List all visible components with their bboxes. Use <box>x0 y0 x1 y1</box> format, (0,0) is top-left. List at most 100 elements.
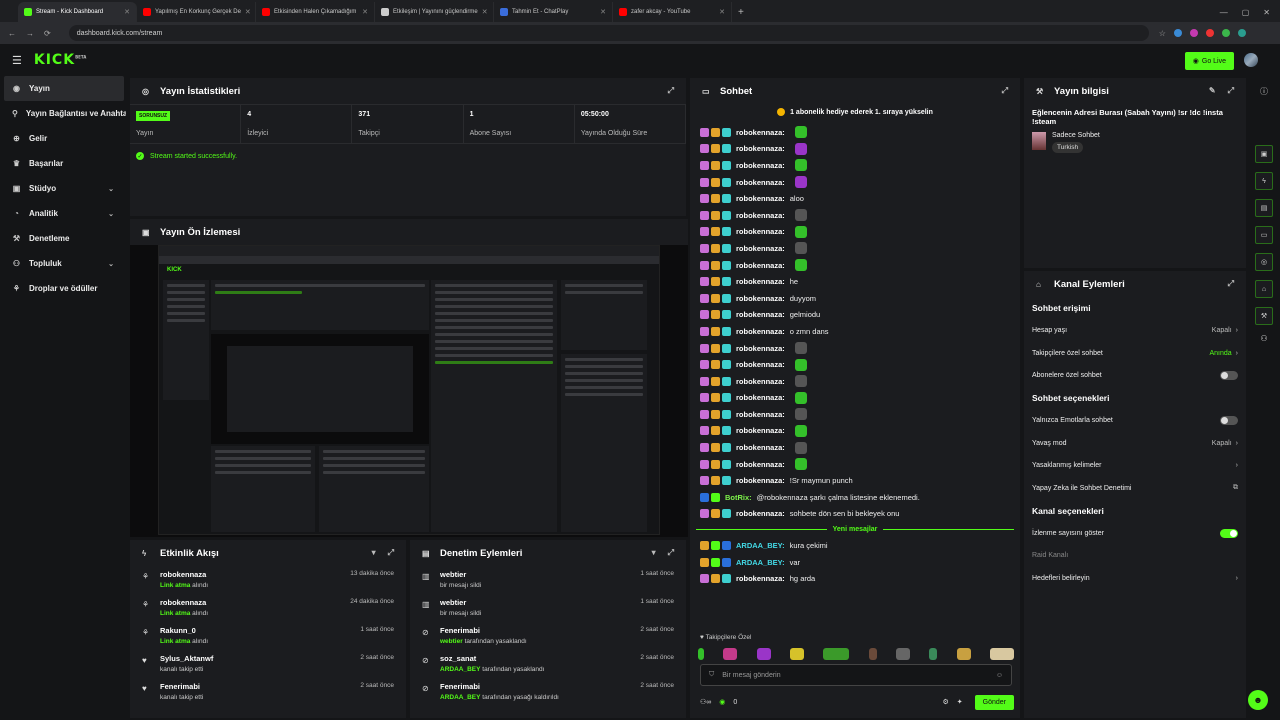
chat-username[interactable]: robokennaza: <box>736 128 785 137</box>
close-icon[interactable]: ✕ <box>124 8 130 16</box>
filter-icon[interactable]: ▾ <box>372 548 376 558</box>
chat-username[interactable]: robokennaza: <box>736 360 785 369</box>
maximize-icon[interactable]: ▢ <box>1242 8 1250 17</box>
emote[interactable] <box>698 648 704 660</box>
sidebar-item[interactable]: ◔ Analitik ⌄ <box>0 201 126 226</box>
help-chat-button[interactable]: ☻ <box>1248 690 1268 710</box>
emote-only-toggle[interactable] <box>1220 415 1238 425</box>
chat-username[interactable]: ARDAA_BEY: <box>736 558 785 567</box>
menu-icon[interactable]: ☰ <box>12 54 22 67</box>
goals-row[interactable]: Hedefleri belirleyin › <box>1024 567 1246 590</box>
users-icon[interactable]: ⚇∞ <box>700 698 711 706</box>
chat-username[interactable]: robokennaza: <box>736 310 785 319</box>
chat-username[interactable]: robokennaza: <box>736 294 785 303</box>
close-icon[interactable]: ✕ <box>719 8 725 16</box>
expand-icon[interactable]: ⤢ <box>668 548 674 558</box>
sidebar-item[interactable]: ⚘ Droplar ve ödüller <box>0 276 126 301</box>
chat-username[interactable]: robokennaza: <box>736 393 785 402</box>
sidebar-item[interactable]: ⚲ Yayın Bağlantısı ve Anahtarı <box>0 101 126 126</box>
chat-input[interactable]: ⛉ Bir mesaj gönderin ☺ <box>700 664 1012 686</box>
users-icon[interactable]: ⚇ <box>1248 334 1280 343</box>
back-icon[interactable]: ← <box>8 29 16 38</box>
chat-icon[interactable]: ▭ <box>1255 226 1273 244</box>
emote[interactable] <box>723 648 738 660</box>
expand-icon[interactable]: ⤢ <box>1002 86 1008 96</box>
list-item-name[interactable]: Fenerimabi <box>440 682 632 691</box>
browser-tab[interactable]: Yapılmış En Korkunç Gerçek De ✕ <box>137 2 256 22</box>
bolt-icon[interactable]: ϟ <box>1255 172 1273 190</box>
emote[interactable] <box>929 648 938 660</box>
close-icon[interactable]: ✕ <box>245 8 251 16</box>
wrench-icon[interactable]: ⚒ <box>1255 307 1273 325</box>
reload-icon[interactable]: ⟳ <box>44 29 51 38</box>
chat-username[interactable]: robokennaza: <box>736 261 785 270</box>
emote[interactable] <box>756 648 771 660</box>
sidebar-item[interactable]: ◉ Yayın <box>4 76 124 101</box>
show-viewers-toggle[interactable] <box>1220 528 1238 538</box>
list-item-name[interactable]: robokennaza <box>160 598 342 607</box>
chat-username[interactable]: robokennaza: <box>736 161 785 170</box>
extension-icon[interactable] <box>1173 29 1182 37</box>
expand-icon[interactable]: ⤢ <box>388 548 394 558</box>
extension-icon[interactable] <box>1221 29 1230 37</box>
close-icon[interactable]: ✕ <box>600 8 606 16</box>
gift-sub-notice[interactable]: 1 abonelik hediye ederek 1. sıraya yükse… <box>690 104 1020 120</box>
minimize-icon[interactable]: — <box>1220 8 1228 17</box>
info-icon[interactable]: ⓘ <box>1248 86 1280 97</box>
chat-username[interactable]: robokennaza: <box>736 144 785 153</box>
edit-icon[interactable]: ✎ <box>1209 86 1216 96</box>
slow-mode-row[interactable]: Yavaş mod Kapalı › <box>1024 432 1246 455</box>
chat-username[interactable]: robokennaza: <box>736 509 785 518</box>
chat-username[interactable]: robokennaza: <box>736 574 785 583</box>
star-icon[interactable]: ☆ <box>1159 29 1166 38</box>
sidebar-item[interactable]: ▣ Stüdyo ⌄ <box>0 176 126 201</box>
stream-preview[interactable]: KICK <box>130 245 688 537</box>
list-item-name[interactable]: webtier <box>440 570 632 579</box>
expand-icon[interactable]: ⤢ <box>668 86 674 96</box>
browser-tab[interactable]: Etkileşim | Yayınını güçlendirme ✕ <box>375 2 494 22</box>
chat-username[interactable]: robokennaza: <box>736 377 785 386</box>
chat-username[interactable]: robokennaza: <box>736 194 785 203</box>
store-icon[interactable]: ⌂ <box>1255 280 1273 298</box>
chat-username[interactable]: robokennaza: <box>736 426 785 435</box>
kick-logo[interactable]: KICKBETA <box>34 52 86 68</box>
bot-icon[interactable]: ✦ <box>957 698 963 706</box>
expand-icon[interactable]: ⤢ <box>1228 86 1234 96</box>
send-button[interactable]: Gönder <box>974 694 1014 710</box>
gear-icon[interactable]: ⚙ <box>942 698 948 706</box>
list-item-name[interactable]: robokennaza <box>160 570 342 579</box>
emote[interactable] <box>823 648 850 660</box>
ai-moderation-row[interactable]: Yapay Zeka ile Sohbet Denetimi ⧉ <box>1024 477 1246 500</box>
chat-username[interactable]: robokennaza: <box>736 211 785 220</box>
filter-icon[interactable]: ▾ <box>652 548 656 558</box>
preview-icon[interactable]: ◎ <box>1255 253 1273 271</box>
chat-username[interactable]: robokennaza: <box>736 344 785 353</box>
avatar[interactable] <box>1244 53 1258 67</box>
followers-only-row[interactable]: Takipçilere özel sohbet Anında › <box>1024 342 1246 365</box>
stats-widget-icon[interactable]: ▣ <box>1255 145 1273 163</box>
new-tab-icon[interactable]: + <box>732 2 750 22</box>
browser-tab[interactable]: zafer akcay - YouTube ✕ <box>613 2 732 22</box>
list-item-name[interactable]: Fenerimabi <box>440 626 632 635</box>
account-age-row[interactable]: Hesap yaşı Kapalı › <box>1024 319 1246 342</box>
chat-username[interactable]: robokennaza: <box>736 410 785 419</box>
chat-username[interactable]: ARDAA_BEY: <box>736 541 785 550</box>
close-icon[interactable]: ✕ <box>362 8 368 16</box>
list-item-name[interactable]: Sylus_Aktanwf <box>160 654 352 663</box>
browser-tab[interactable]: Etkisinden Halen Çıkamadığım ✕ <box>256 2 375 22</box>
list-item-name[interactable]: Fenerimabi <box>160 682 352 691</box>
chat-username[interactable]: robokennaza: <box>736 476 785 485</box>
chat-username[interactable]: robokennaza: <box>736 244 785 253</box>
sidebar-item[interactable]: ⊕ Gelir <box>0 126 126 151</box>
list-item-name[interactable]: Rakunn_0 <box>160 626 352 635</box>
document-icon[interactable]: ▤ <box>1255 199 1273 217</box>
emote[interactable] <box>789 648 804 660</box>
sidebar-item[interactable]: ♛ Başarılar <box>0 151 126 176</box>
browser-tab[interactable]: Stream - Kick Dashboard ✕ <box>18 2 137 22</box>
emote[interactable] <box>956 648 971 660</box>
browser-tab[interactable]: Tahmin Et - ChatPlay ✕ <box>494 2 613 22</box>
close-icon[interactable]: ✕ <box>482 8 488 16</box>
chat-username[interactable]: robokennaza: <box>736 178 785 187</box>
chat-username[interactable]: robokennaza: <box>736 460 785 469</box>
chat-username[interactable]: robokennaza: <box>736 277 785 286</box>
